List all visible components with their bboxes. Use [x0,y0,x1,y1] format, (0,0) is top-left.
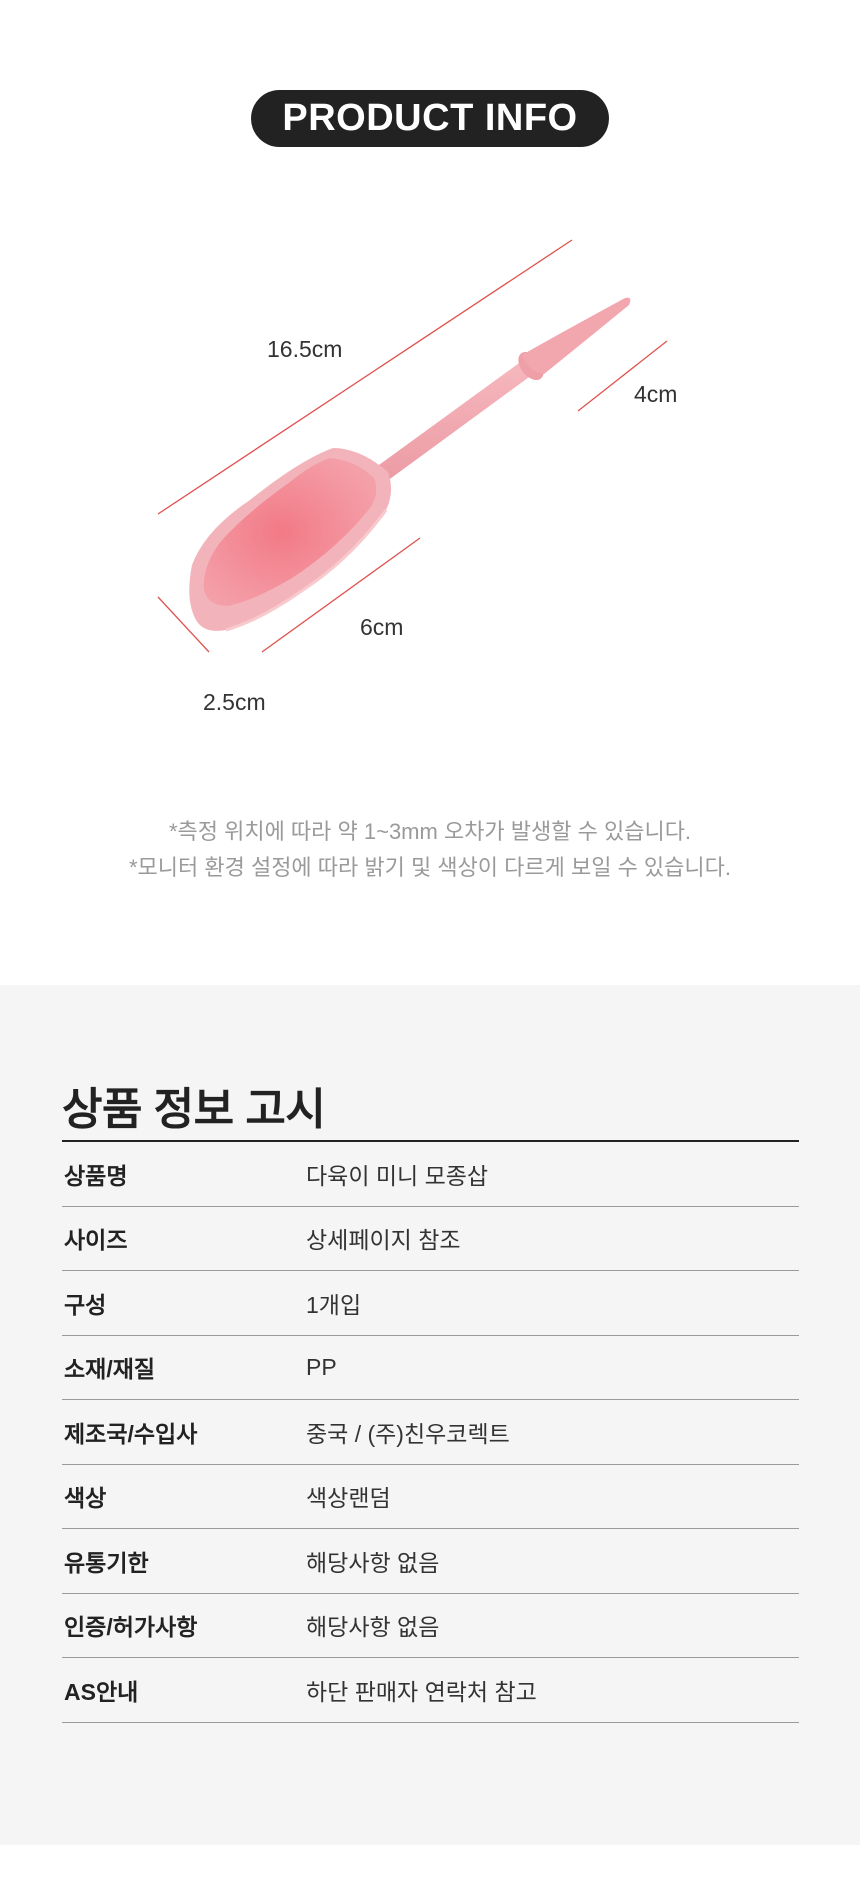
table-row: 인증/허가사항 해당사항 없음 [62,1594,799,1658]
measurement-notes: *측정 위치에 따라 약 1~3mm 오차가 발생할 수 있습니다. *모니터 … [0,814,860,886]
row-value-expiry: 해당사항 없음 [306,1549,440,1576]
notice-table: 상품명 다육이 미니 모종삽 사이즈 상세페이지 참조 구성 1개입 소재/재질… [62,1140,799,1723]
note-measurement-error: *측정 위치에 따라 약 1~3mm 오차가 발생할 수 있습니다. [168,819,692,844]
table-row: 색상 색상랜덤 [62,1465,799,1529]
row-label-color: 색상 [64,1485,107,1512]
row-value-composition: 1개입 [306,1291,362,1318]
table-row: 사이즈 상세페이지 참조 [62,1207,799,1271]
row-value-material: PP [306,1353,337,1380]
scoop-width-label: 2.5cm [203,689,266,715]
row-label-expiry: 유통기한 [64,1549,149,1576]
row-value-as-guide: 하단 판매자 연락처 참고 [306,1678,537,1705]
table-row: 상품명 다육이 미니 모종삽 [62,1142,799,1207]
product-notice-section: 상품 정보 고시 상품명 다육이 미니 모종삽 사이즈 상세페이지 참조 구성 … [0,985,860,1845]
row-value-size: 상세페이지 참조 [306,1227,461,1254]
row-label-as-guide: AS안내 [64,1678,139,1705]
page-footer-spacer [0,1845,860,1900]
row-value-origin-importer: 중국 / (주)친우코렉트 [306,1420,510,1447]
row-value-product-name: 다육이 미니 모종삽 [306,1162,489,1189]
row-value-certification: 해당사항 없음 [306,1614,440,1641]
tip-label: 4cm [634,381,677,407]
row-label-material: 소재/재질 [64,1356,156,1383]
product-dimension-figure: 16.5cm 4cm 6cm 2.5cm [157,239,677,715]
length-label: 16.5cm [267,336,342,362]
notice-title: 상품 정보 고시 [62,1085,326,1134]
table-row: AS안내 하단 판매자 연락처 참고 [62,1658,799,1723]
row-label-origin-importer: 제조국/수입사 [64,1420,198,1447]
table-row: 유통기한 해당사항 없음 [62,1529,799,1594]
table-row: 소재/재질 PP [62,1336,799,1400]
row-label-size: 사이즈 [64,1227,128,1254]
scoop-length-label: 6cm [360,614,403,640]
note-monitor-color: *모니터 환경 설정에 따라 밝기 및 색상이 다르게 보일 수 있습니다. [128,855,732,880]
row-value-color: 색상랜덤 [306,1485,391,1512]
row-label-product-name: 상품명 [64,1162,128,1189]
table-row: 제조국/수입사 중국 / (주)친우코렉트 [62,1400,799,1465]
product-info-section: PRODUCT INFO 16.5cm 4cm 6cm 2.5cm *측정 위치… [0,0,860,985]
row-label-certification: 인증/허가사항 [64,1614,198,1641]
table-row: 구성 1개입 [62,1271,799,1336]
row-label-composition: 구성 [64,1291,107,1318]
